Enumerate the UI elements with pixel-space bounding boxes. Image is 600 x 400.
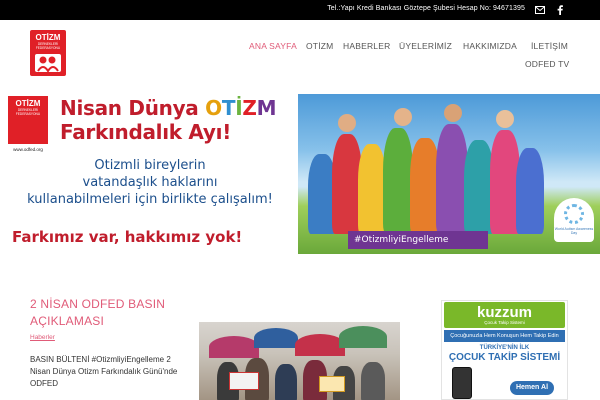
hero-banner[interactable]: OTİZM DERNEKLERİ FEDERASYONU www.odfed.o…	[0, 94, 600, 254]
ad-line1: TÜRKİYE'NİN İLK	[479, 345, 530, 351]
banner-group-photo: #OtizmliyiEngelleme World Autism Awarene…	[298, 94, 600, 254]
logo-figures-icon	[35, 54, 61, 73]
ad-brand-subtitle: Çocuk Takip Sistemi	[484, 320, 525, 325]
nav-members[interactable]: ÜYELERİMİZ	[399, 41, 452, 51]
autism-day-text: World Autism Awareness Day	[554, 227, 594, 235]
nav-news[interactable]: HABERLER	[343, 41, 390, 51]
article-category-link[interactable]: Haberler	[30, 334, 55, 341]
banner-logo-subtitle: DERNEKLERİ FEDERASYONU	[15, 108, 41, 116]
logo-title: OTİZM	[35, 33, 61, 42]
nav-home[interactable]: ANA SAYFA	[249, 41, 297, 51]
banner-message-line1: Otizmli bireylerin	[94, 158, 206, 173]
ad-brand: kuzzum Çocuk Takip Sistemi	[444, 302, 565, 328]
nav-odfed-tv[interactable]: ODFED TV	[525, 59, 569, 69]
ad-buy-button[interactable]: Hemen Al	[510, 381, 554, 395]
phone-icon	[452, 367, 472, 399]
email-icon[interactable]	[533, 3, 547, 17]
facebook-icon[interactable]	[553, 3, 567, 17]
nav-about[interactable]: HAKKIMIZDA	[463, 41, 517, 51]
banner-logo-title: OTİZM	[15, 99, 41, 108]
article-photo[interactable]	[199, 322, 400, 400]
banner-logo: OTİZM DERNEKLERİ FEDERASYONU www.odfed.o…	[8, 96, 48, 154]
top-info-bar: Tel.:Yapı Kredi Bankası Göztepe Şubesi H…	[0, 0, 600, 20]
ad-tagline: Çocuğunuzla Hem Konuşun Hem Takip Edin	[444, 330, 565, 342]
otizm-colored-word: OTİZM	[205, 96, 277, 120]
article-excerpt: BASIN BÜLTENİ #OtizmliyiEngelleme 2 Nisa…	[30, 355, 178, 388]
nav-autism[interactable]: OTİZM	[306, 41, 333, 51]
site-header: OTİZM DERNEKLERİ FEDERASYONU ANA SAYFA O…	[0, 20, 600, 92]
nav-contact[interactable]: İLETİŞİM	[531, 41, 568, 51]
banner-slogan: Farkımız var, hakkımız yok!	[12, 228, 243, 246]
banner-logo-url: www.odfed.org	[13, 147, 43, 152]
bank-account-info: Tel.:Yapı Kredi Bankası Göztepe Şubesi H…	[327, 5, 525, 12]
logo-subtitle: DERNEKLERİ FEDERASYONU	[35, 42, 61, 50]
autism-day-circle-icon	[564, 204, 584, 224]
banner-message-line2: vatandaşlık haklarını	[82, 175, 218, 190]
autism-day-logo: World Autism Awareness Day	[554, 198, 594, 242]
banner-headline-line1: Nisan Dünya OTİZM	[60, 96, 277, 120]
hashtag-banner: #OtizmliyiEngelleme	[348, 231, 488, 249]
article-title[interactable]: 2 NİSAN ODFED BASIN AÇIKLAMASI	[30, 296, 180, 330]
site-logo[interactable]: OTİZM DERNEKLERİ FEDERASYONU	[30, 30, 66, 76]
banner-message-line3: kullanabilmeleri için birlikte çalışalım…	[27, 192, 273, 207]
ad-line2: ÇOCUK TAKİP SİSTEMİ	[448, 352, 561, 363]
banner-headline-line2: Farkındalık Ayı!	[60, 120, 232, 144]
kuzzum-advertisement[interactable]: kuzzum Çocuk Takip Sistemi Çocuğunuzla H…	[441, 300, 568, 400]
